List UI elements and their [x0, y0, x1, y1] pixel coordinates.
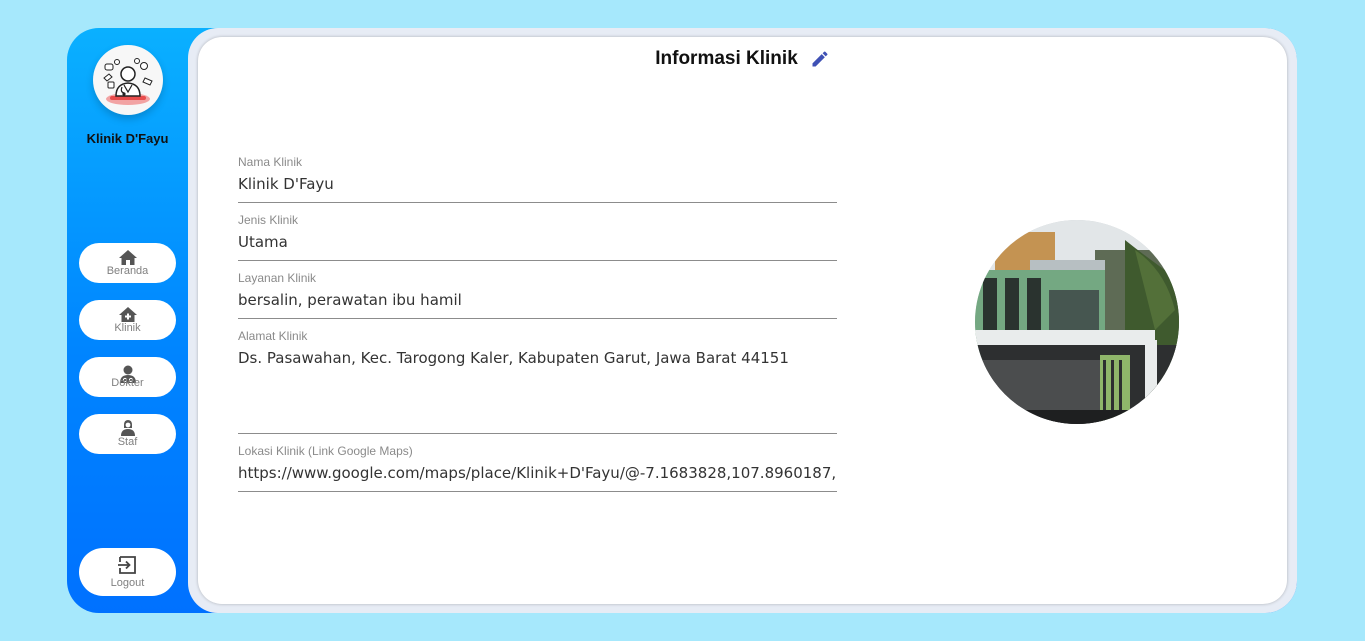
- nav-beranda-button[interactable]: Beranda: [79, 243, 176, 283]
- field-nama-klinik-label: Nama Klinik: [238, 155, 303, 169]
- sidebar: Klinik D'Fayu Beranda Klinik Dokter Staf…: [67, 28, 188, 613]
- clinic-name: Klinik D'Fayu: [86, 131, 169, 146]
- field-layanan-klinik[interactable]: Layanan Klinik bersalin, perawatan ibu h…: [238, 271, 837, 319]
- nav-klinik-button[interactable]: Klinik: [79, 300, 176, 340]
- nav-klinik-label: Klinik: [114, 321, 141, 334]
- field-jenis-klinik-value: Utama: [238, 233, 288, 251]
- header: Informasi Klinik: [198, 48, 1287, 70]
- clinic-photo: [975, 220, 1179, 424]
- nav-staf-label: Staf: [117, 436, 138, 448]
- app-window: Klinik D'Fayu Beranda Klinik Dokter Staf…: [67, 28, 1297, 613]
- field-layanan-klinik-value: bersalin, perawatan ibu hamil: [238, 291, 462, 309]
- pencil-icon: [812, 51, 828, 67]
- nav-dokter-button[interactable]: Dokter: [79, 357, 176, 397]
- nav-dokter-label: Dokter: [111, 377, 144, 389]
- field-lokasi-klinik[interactable]: Lokasi Klinik (Link Google Maps) https:/…: [238, 444, 837, 492]
- content-frame: Informasi Klinik Nama Klinik Klinik D'Fa…: [188, 28, 1297, 613]
- field-alamat-klinik-label: Alamat Klinik: [238, 329, 308, 343]
- field-lokasi-klinik-label: Lokasi Klinik (Link Google Maps): [238, 444, 413, 458]
- field-alamat-klinik[interactable]: Alamat Klinik Ds. Pasawahan, Kec. Tarogo…: [238, 329, 837, 434]
- clinic-info-card: Informasi Klinik Nama Klinik Klinik D'Fa…: [198, 37, 1287, 604]
- field-alamat-klinik-value: Ds. Pasawahan, Kec. Tarogong Kaler, Kabu…: [238, 349, 789, 367]
- field-jenis-klinik-label: Jenis Klinik: [238, 213, 299, 227]
- page-title: Informasi Klinik: [655, 48, 798, 69]
- doctor-illustration-icon: [103, 58, 153, 105]
- field-nama-klinik[interactable]: Nama Klinik Klinik D'Fayu: [238, 155, 837, 203]
- staff-icon: [120, 420, 135, 436]
- clinic-logo: [93, 45, 163, 115]
- nav-staf-button[interactable]: Staf: [79, 414, 176, 454]
- field-layanan-klinik-label: Layanan Klinik: [238, 271, 317, 285]
- field-nama-klinik-value: Klinik D'Fayu: [238, 175, 334, 193]
- edit-button[interactable]: [810, 49, 830, 69]
- nav-beranda-label: Beranda: [106, 264, 149, 277]
- logout-button[interactable]: Logout: [79, 548, 176, 596]
- home-icon: [118, 249, 137, 265]
- field-lokasi-klinik-value: https://www.google.com/maps/place/Klinik…: [238, 464, 837, 482]
- clinic-icon: [118, 306, 137, 322]
- logout-icon: [117, 555, 136, 574]
- logout-label: Logout: [110, 576, 145, 589]
- field-jenis-klinik[interactable]: Jenis Klinik Utama: [238, 213, 837, 261]
